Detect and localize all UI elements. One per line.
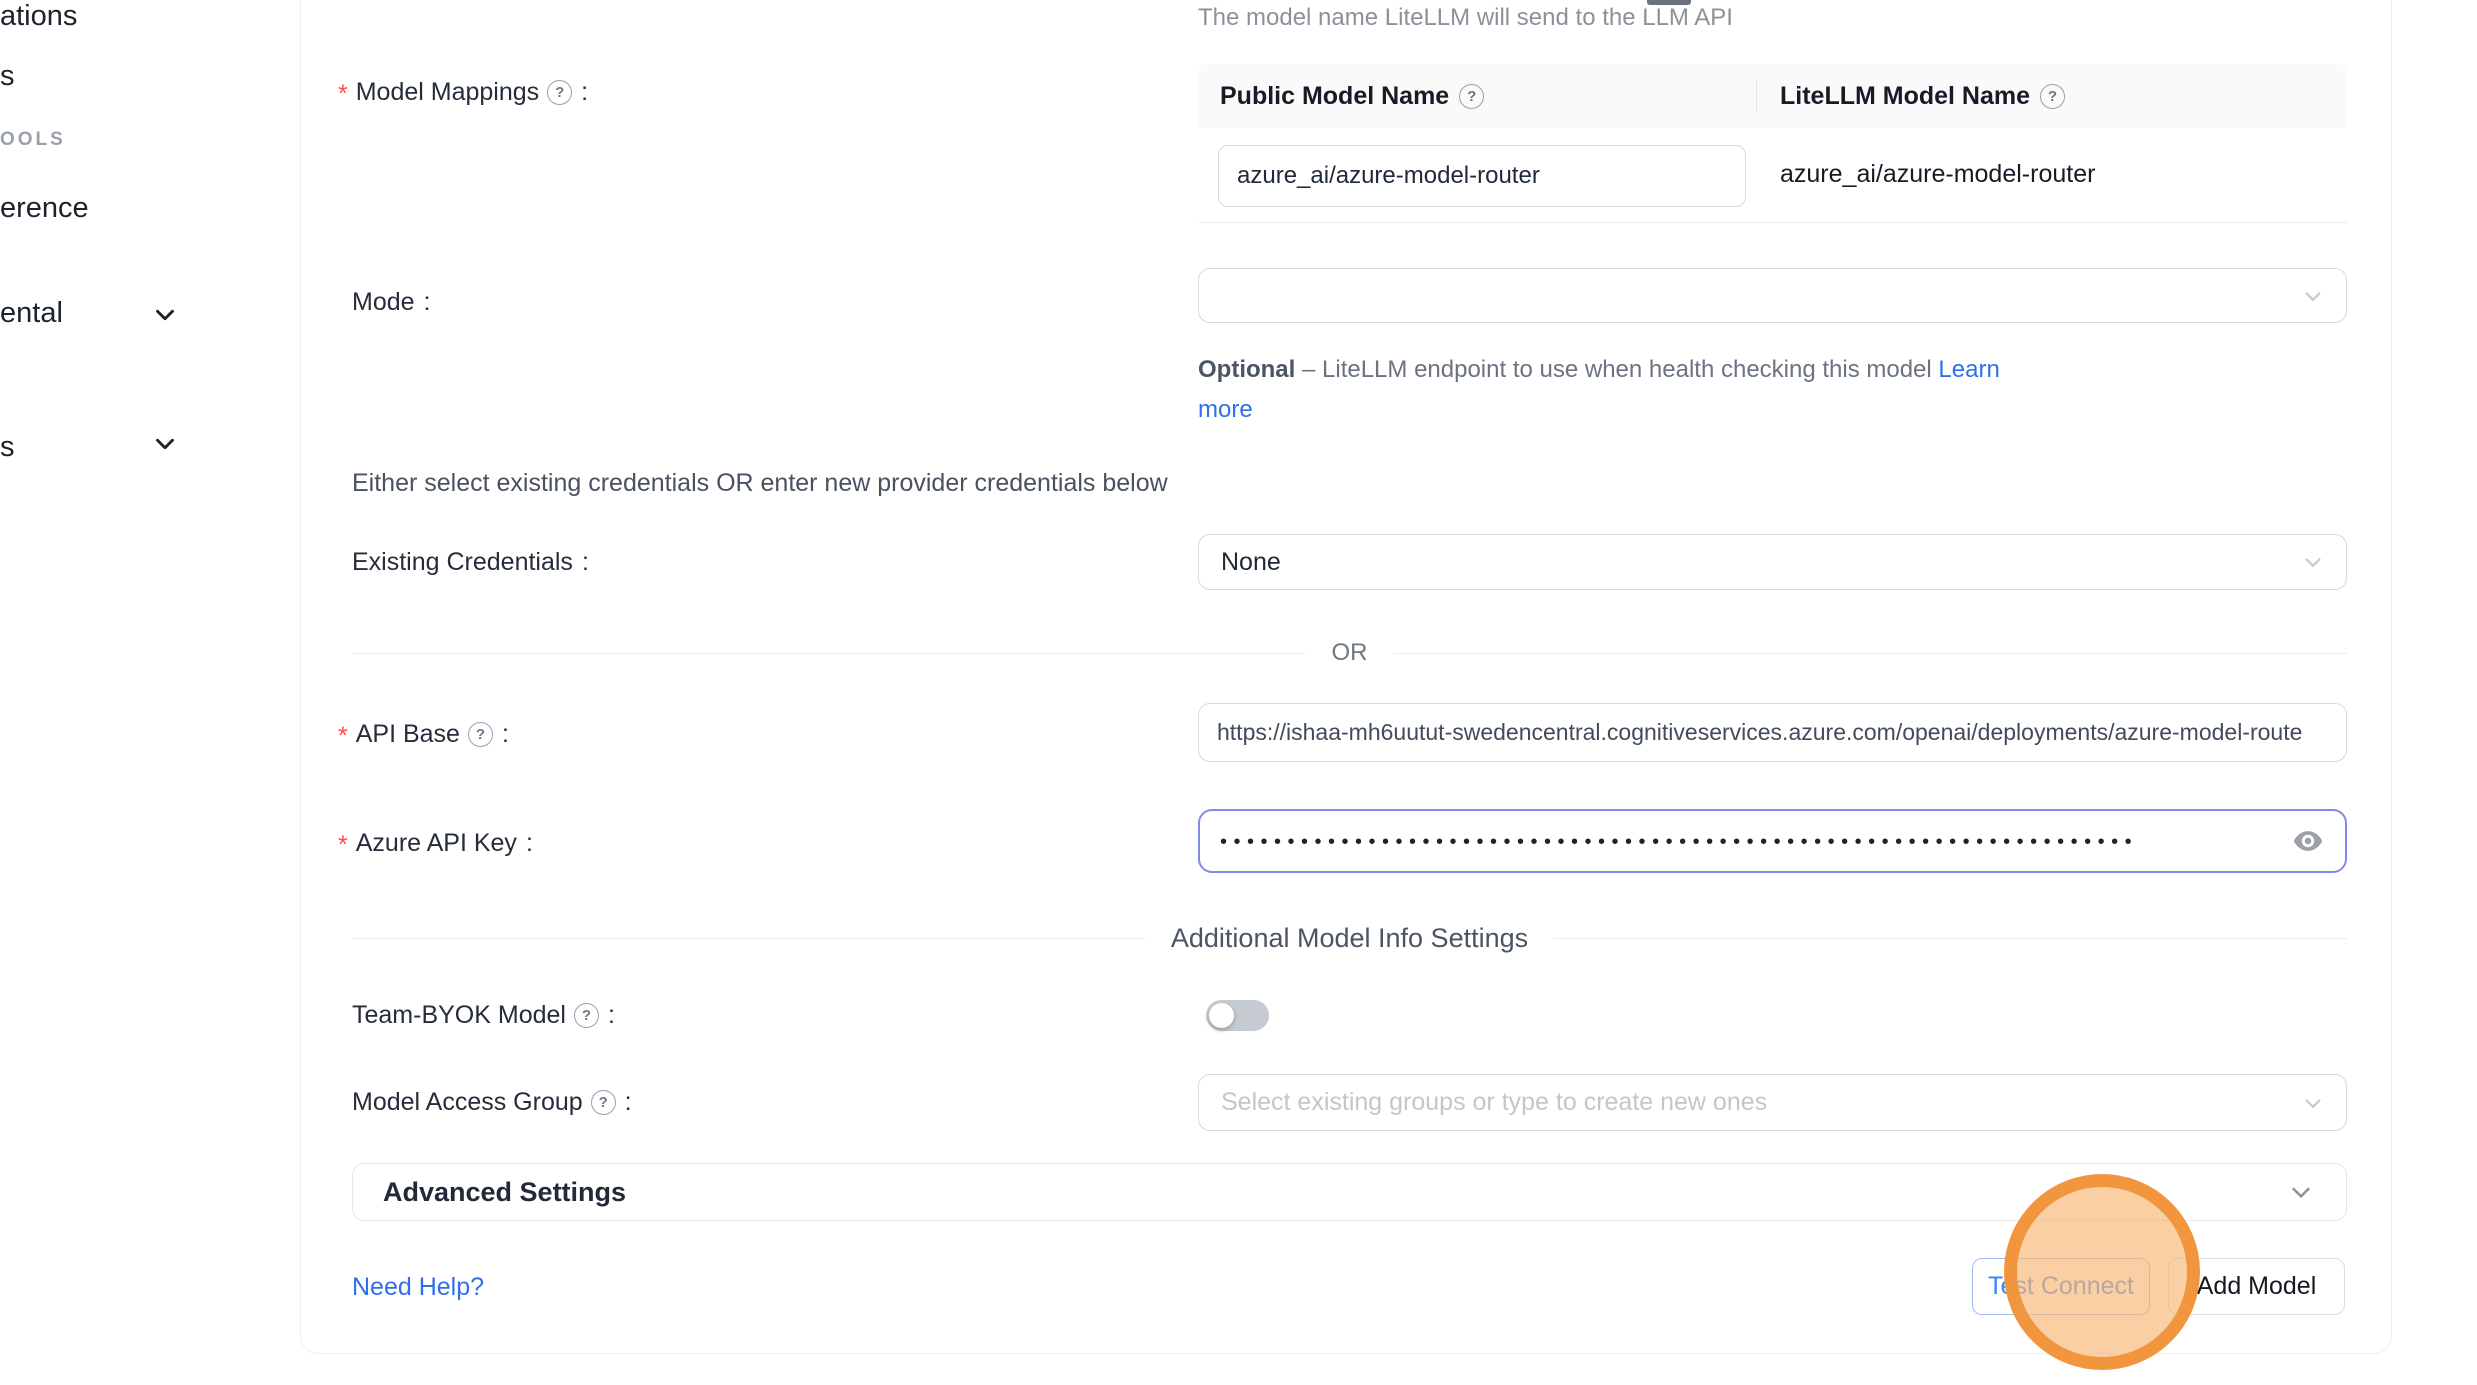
chevron-down-icon [2300, 549, 2326, 575]
additional-info-divider-text: Additional Model Info Settings [1171, 923, 1528, 954]
optional-bold: Optional [1198, 356, 1295, 383]
sidebar-item-experimental[interactable]: ental [0, 297, 63, 330]
model-access-group-label: Model Access Group ? : [352, 1088, 632, 1117]
need-help-link[interactable]: Need Help? [352, 1273, 484, 1302]
chevron-down-icon [2300, 283, 2326, 309]
click-indicator-ring [2004, 1174, 2200, 1370]
model-access-group-placeholder: Select existing groups or type to create… [1221, 1088, 1767, 1117]
add-model-screen: ations s OOLS erence ental s The model n… [0, 0, 2477, 1385]
label-colon: : [502, 720, 509, 749]
mode-label-text: Mode [352, 288, 415, 317]
team-byok-label: Team-BYOK Model ? : [352, 1001, 615, 1030]
team-byok-label-text: Team-BYOK Model [352, 1001, 566, 1030]
litellm-model-name-header-text: LiteLLM Model Name [1780, 82, 2030, 111]
label-colon: : [526, 829, 533, 858]
required-asterisk: * [338, 831, 348, 860]
divider-line [352, 938, 1145, 939]
model-access-group-label-text: Model Access Group [352, 1088, 583, 1117]
toggle-knob [1209, 1003, 1234, 1028]
label-colon: : [582, 548, 589, 577]
or-divider-text: OR [1332, 639, 1368, 667]
chevron-down-icon [2286, 1177, 2316, 1207]
label-colon: : [625, 1088, 632, 1117]
mode-select[interactable] [1198, 268, 2347, 323]
additional-info-divider: Additional Model Info Settings [352, 918, 2347, 958]
azure-api-key-input[interactable]: ••••••••••••••••••••••••••••••••••••••••… [1198, 809, 2347, 873]
credentials-note: Either select existing credentials OR en… [352, 469, 1168, 498]
advanced-settings-label: Advanced Settings [383, 1177, 626, 1208]
azure-api-key-label-text: Azure API Key [356, 829, 517, 858]
question-circle-icon[interactable]: ? [468, 722, 493, 747]
mode-label: Mode : [352, 288, 431, 317]
model-mappings-label: * Model Mappings ? : [338, 75, 588, 109]
public-model-name-input[interactable] [1218, 145, 1746, 207]
public-model-name-header: Public Model Name ? [1220, 64, 1484, 128]
divider-line [1554, 938, 2347, 939]
label-colon: : [424, 288, 431, 317]
existing-credentials-label-text: Existing Credentials [352, 548, 573, 577]
required-asterisk: * [338, 80, 348, 109]
mode-optional-help: Optional – LiteLLM endpoint to use when … [1198, 350, 2028, 430]
header-column-separator [1756, 80, 1757, 112]
azure-api-key-label: * Azure API Key : [338, 826, 533, 860]
team-byok-toggle[interactable] [1206, 1000, 1269, 1031]
masked-api-key-value: ••••••••••••••••••••••••••••••••••••••••… [1220, 831, 2291, 854]
required-asterisk: * [338, 722, 348, 751]
sidebar-item-organizations[interactable]: ations [0, 0, 77, 33]
divider-line [1394, 653, 2348, 654]
sidebar-section-tools: OOLS [0, 129, 66, 151]
eye-icon[interactable] [2291, 824, 2325, 858]
model-name-help-text: The model name LiteLLM will send to the … [1198, 4, 1733, 32]
sidebar-item-clipped-2[interactable]: s [0, 431, 15, 464]
chevron-down-icon [150, 429, 180, 459]
sidebar-item-clipped-1[interactable]: s [0, 60, 15, 93]
label-colon: : [581, 78, 588, 107]
api-base-label-text: API Base [356, 720, 460, 749]
question-circle-icon[interactable]: ? [2040, 84, 2065, 109]
model-access-group-select[interactable]: Select existing groups or type to create… [1198, 1074, 2347, 1131]
or-divider: OR [352, 640, 2347, 666]
api-base-input[interactable] [1198, 703, 2347, 762]
chevron-down-icon [2300, 1090, 2326, 1116]
chevron-down-icon [150, 300, 180, 330]
question-circle-icon[interactable]: ? [547, 80, 572, 105]
label-colon: : [608, 1001, 615, 1030]
existing-credentials-label: Existing Credentials : [352, 548, 589, 577]
existing-credentials-select[interactable]: None [1198, 534, 2347, 590]
public-model-name-header-text: Public Model Name [1220, 82, 1449, 111]
model-mappings-table: Public Model Name ? LiteLLM Model Name ?… [1198, 64, 2347, 223]
litellm-model-name-value: azure_ai/azure-model-router [1780, 160, 2095, 189]
question-circle-icon[interactable]: ? [1459, 84, 1484, 109]
litellm-model-name-header: LiteLLM Model Name ? [1780, 64, 2065, 128]
api-base-label: * API Base ? : [338, 717, 509, 751]
question-circle-icon[interactable]: ? [574, 1003, 599, 1028]
question-circle-icon[interactable]: ? [591, 1090, 616, 1115]
optional-text: – LiteLLM endpoint to use when health ch… [1295, 356, 1938, 383]
divider-line [352, 653, 1306, 654]
existing-credentials-value: None [1221, 548, 1281, 577]
model-mappings-label-text: Model Mappings [356, 78, 539, 107]
sidebar-item-inference[interactable]: erence [0, 192, 89, 225]
